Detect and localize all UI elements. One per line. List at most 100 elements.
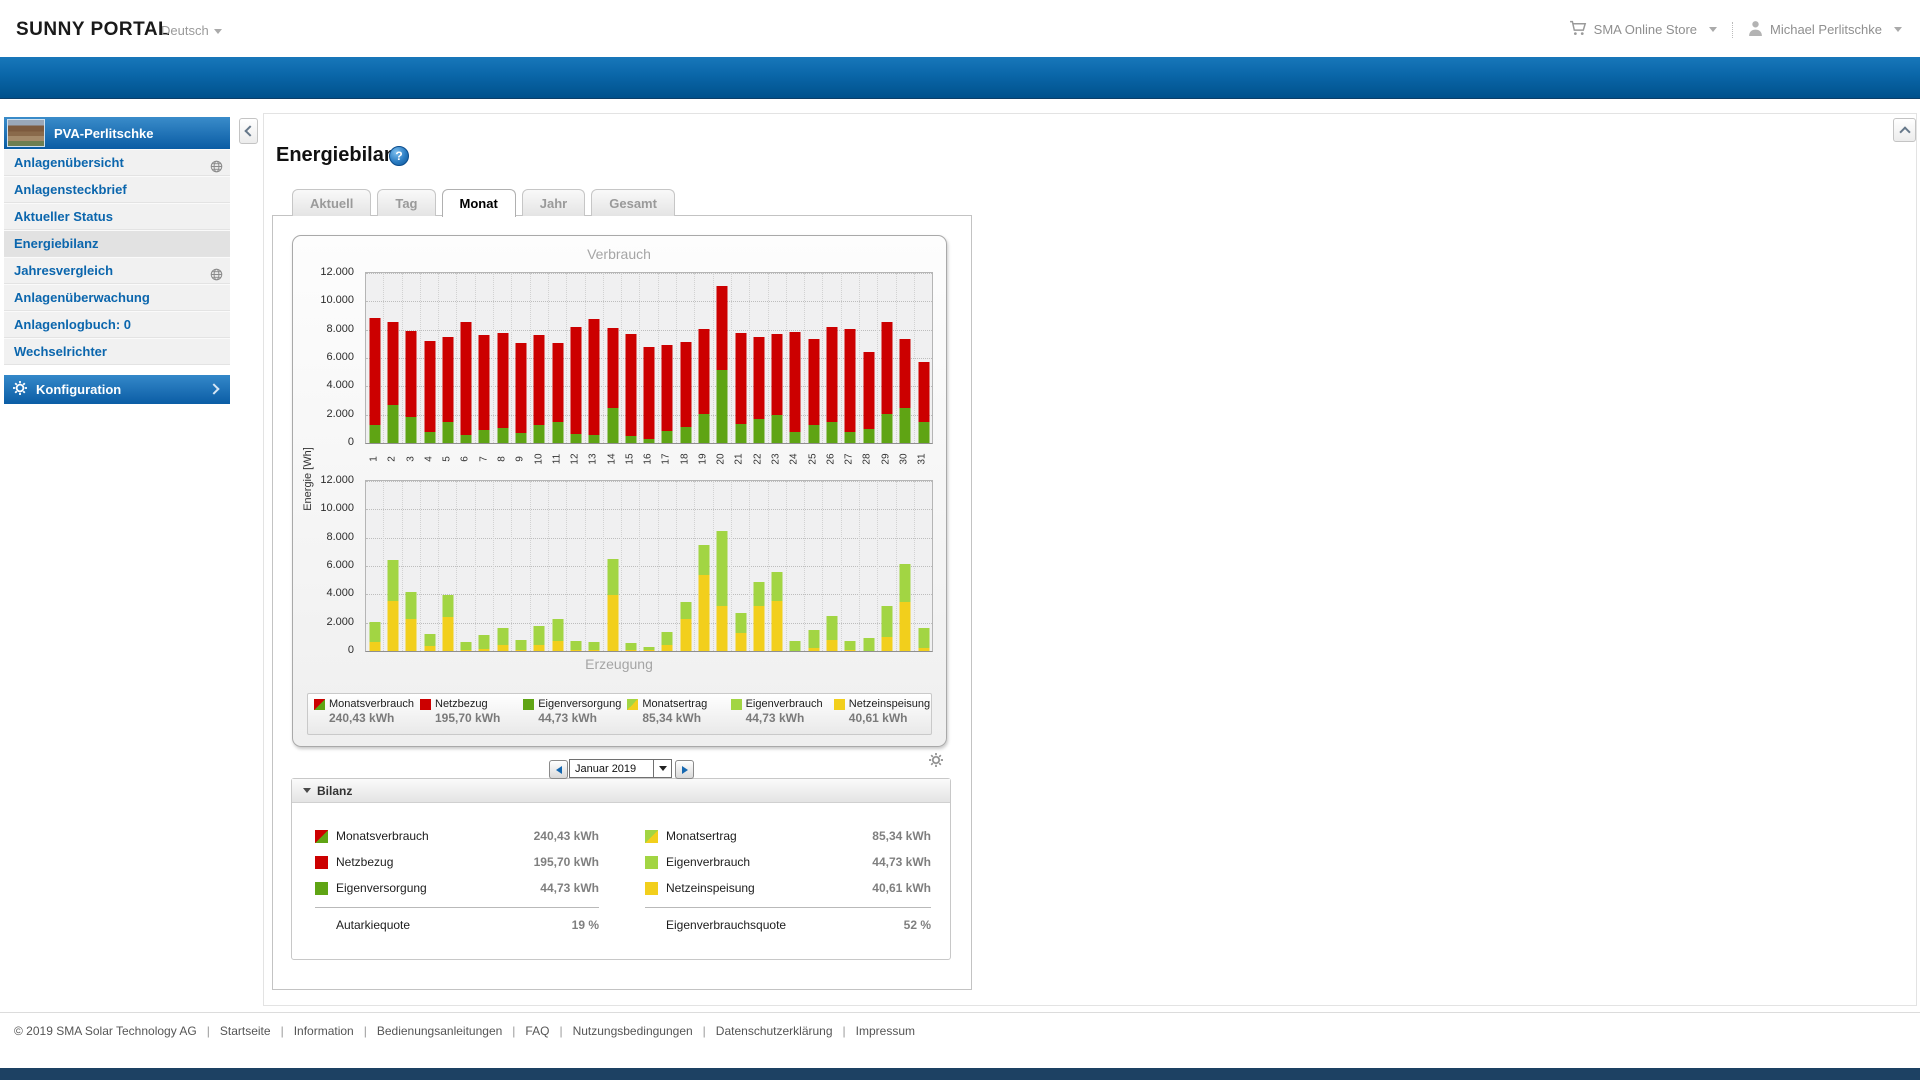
stacked-bar-day-9: [516, 640, 527, 651]
x-tick-label: 31: [913, 445, 931, 473]
footer-link-nutzungsbedingungen[interactable]: Nutzungsbedingungen: [573, 1024, 693, 1038]
chart-settings-gear-icon[interactable]: [928, 752, 945, 769]
x-tick-label: 6: [456, 445, 474, 473]
footer: © 2019 SMA Solar Technology AG|Startseit…: [14, 1024, 915, 1038]
eigenverbrauch-swatch: [731, 699, 742, 710]
stacked-bar-day-22: [753, 337, 764, 443]
sidebar-item-label: Anlagenüberwachung: [14, 290, 150, 305]
stacked-bar-day-7: [479, 335, 490, 443]
stacked-bar-day-11: [552, 343, 563, 443]
store-link[interactable]: SMA Online Store: [1594, 22, 1697, 37]
user-menu[interactable]: Michael Perlitschke: [1770, 22, 1882, 37]
stacked-bar-day-28: [863, 638, 874, 651]
bilanz-label: Netzbezug: [336, 855, 393, 869]
chevron-down-icon: [1709, 27, 1717, 32]
sidebar-item-anlagenueberwachung[interactable]: Anlagenüberwachung: [4, 284, 230, 311]
legend-item-eigenverbrauch[interactable]: Eigenverbrauch44,73 kWh: [725, 698, 828, 734]
collapse-triangle-icon: [303, 788, 311, 793]
bar-segment-eigenversorgung: [534, 425, 545, 443]
bilanz-right-column: Monatsertrag85,34 kWhEigenverbrauch44,73…: [645, 823, 931, 942]
bilanz-value: 44,73 kWh: [872, 855, 931, 869]
bilanz-row-monatsverbrauch: Monatsverbrauch240,43 kWh: [315, 823, 599, 849]
tab-aktuell[interactable]: Aktuell: [292, 189, 371, 216]
day-slot-27: [841, 481, 859, 651]
sidebar-item-anlagenlogbuch-0[interactable]: Anlagenlogbuch: 0: [4, 311, 230, 338]
bar-segment-netzeinspeisung: [461, 650, 472, 651]
stacked-bar-day-16: [644, 347, 655, 443]
month-select-value: Januar 2019: [570, 760, 653, 777]
footer-link-information[interactable]: Information: [294, 1024, 354, 1038]
sidebar-item-konfiguration[interactable]: Konfiguration: [4, 375, 230, 404]
bilanz-header[interactable]: Bilanz: [292, 779, 950, 803]
eigenverbrauch-swatch: [645, 856, 658, 869]
previous-month-button[interactable]: [549, 760, 568, 779]
sidebar-item-anlagensteckbrief[interactable]: Anlagensteckbrief: [4, 176, 230, 203]
stacked-bar-day-23: [772, 334, 783, 443]
tab-monat[interactable]: Monat: [442, 189, 516, 217]
day-slot-19: [694, 273, 712, 443]
scroll-top-button[interactable]: [1893, 118, 1916, 142]
chevron-right-icon: [208, 383, 219, 394]
stacked-bar-day-6: [461, 642, 472, 651]
legend-item-monatsverbrauch[interactable]: Monatsverbrauch240,43 kWh: [308, 698, 414, 734]
day-slot-12: [566, 481, 584, 651]
language-selector[interactable]: Deutsch: [161, 23, 222, 38]
quote-value: 52 %: [904, 918, 931, 932]
day-slot-14: [603, 273, 621, 443]
stacked-bar-day-15: [625, 334, 636, 443]
stacked-bar-day-23: [772, 572, 783, 651]
legend-item-monatsertrag[interactable]: Monatsertrag85,34 kWh: [621, 698, 724, 734]
legend-item-netzbezug[interactable]: Netzbezug195,70 kWh: [414, 698, 517, 734]
x-tick-label: 11: [548, 445, 566, 473]
footer-link-startseite[interactable]: Startseite: [220, 1024, 271, 1038]
tab-jahr[interactable]: Jahr: [522, 189, 585, 216]
x-tick-label: 20: [712, 445, 730, 473]
tab-tag[interactable]: Tag: [377, 189, 435, 216]
footer-link-datenschutzerklaerung[interactable]: Datenschutzerklärung: [716, 1024, 833, 1038]
sidebar-item-wechselrichter[interactable]: Wechselrichter: [4, 338, 230, 365]
collapse-sidebar-button[interactable]: [239, 118, 258, 144]
footer-link-impressum[interactable]: Impressum: [856, 1024, 915, 1038]
day-slot-20: [713, 481, 731, 651]
sidebar-item-energiebilanz[interactable]: Energiebilanz: [4, 230, 230, 257]
x-tick-label: 13: [584, 445, 602, 473]
day-slot-8: [493, 273, 511, 443]
day-slot-30: [896, 481, 914, 651]
stacked-bar-day-17: [662, 345, 673, 443]
stacked-bar-day-1: [369, 622, 380, 651]
chart-title-erzeugung: Erzeugung: [293, 656, 945, 672]
bar-segment-netzbezug: [570, 327, 581, 434]
legend-item-eigenversorgung[interactable]: Eigenversorgung44,73 kWh: [517, 698, 621, 734]
sidebar-item-anlagenuebersicht[interactable]: Anlagenübersicht: [4, 149, 230, 176]
stacked-bar-day-14: [607, 559, 618, 651]
sidebar-item-aktueller-status[interactable]: Aktueller Status: [4, 203, 230, 230]
day-slot-1: [366, 273, 383, 443]
stacked-bar-day-7: [479, 635, 490, 651]
y-tick-label: 4.000: [298, 379, 354, 391]
bar-segment-eigenverbrauch: [369, 622, 380, 642]
next-month-button[interactable]: [675, 760, 694, 779]
bar-segment-eigenversorgung: [369, 425, 380, 443]
bar-segment-netzeinspeisung: [424, 646, 435, 651]
x-tick-label: 5: [438, 445, 456, 473]
monatsverbrauch-swatch: [315, 830, 328, 843]
footer-link-faq[interactable]: FAQ: [525, 1024, 549, 1038]
plant-header[interactable]: PVA-Perlitschke: [4, 117, 230, 149]
bilanz-title: Bilanz: [317, 784, 352, 798]
footer-link-bedienungsanleitungen[interactable]: Bedienungsanleitungen: [377, 1024, 502, 1038]
stacked-bar-day-27: [845, 329, 856, 443]
day-slot-7: [475, 273, 493, 443]
stacked-bar-day-21: [735, 613, 746, 651]
sidebar-item-jahresvergleich[interactable]: Jahresvergleich: [4, 257, 230, 284]
day-slot-29: [877, 481, 895, 651]
tab-gesamt[interactable]: Gesamt: [591, 189, 675, 216]
x-tick-label: 19: [694, 445, 712, 473]
bar-segment-eigenverbrauch: [772, 572, 783, 601]
bar-segment-eigenverbrauch: [845, 641, 856, 650]
bar-segment-eigenverbrauch: [552, 619, 563, 641]
legend-item-netzeinspeisung[interactable]: Netzeinspeisung40,61 kWh: [828, 698, 931, 734]
help-icon[interactable]: ?: [389, 146, 409, 166]
stacked-bar-day-26: [827, 616, 838, 651]
month-select[interactable]: Januar 2019: [569, 759, 672, 778]
stacked-bar-day-26: [827, 327, 838, 443]
